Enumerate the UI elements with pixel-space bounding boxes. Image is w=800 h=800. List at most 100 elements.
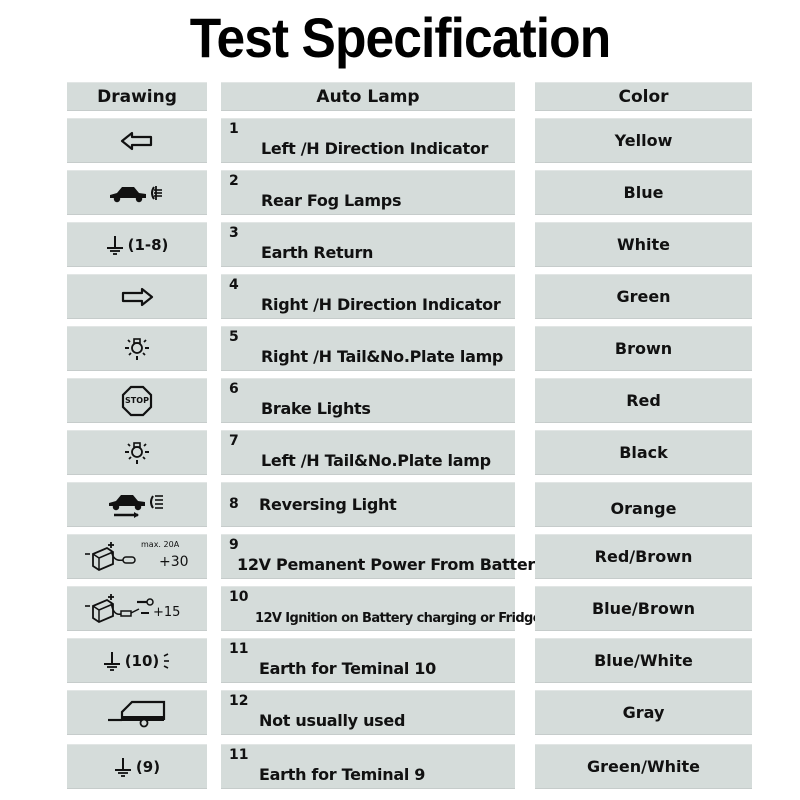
color-cell: Yellow [535,118,752,163]
drawing-cell: STOP [67,378,207,423]
color-cell: White [535,222,752,267]
table-row-lamp: 3 Earth Return [221,222,515,267]
lamp-description: Left /H Tail&No.Plate lamp [261,451,491,470]
terminal-label: +15 [153,605,181,620]
header-color: Color [535,82,752,111]
drawing-cell: (9) [67,744,207,789]
ground-icon [114,756,132,778]
drawing-cell: max. 20A +30 [67,534,207,579]
wire-color: Red/Brown [594,547,693,566]
ground-icon [103,650,121,672]
table-row-lamp: 9 12V Pemanent Power From Battery [221,534,545,579]
table-row-lamp: 7 Left /H Tail&No.Plate lamp [221,430,515,475]
row-number: 3 [229,225,239,241]
header-auto-lamp-label: Auto Lamp [316,86,420,107]
reversing-light-icon [108,491,166,519]
row-number: 8 [229,496,239,512]
lamp-description: Rear Fog Lamps [261,191,402,210]
color-cell: Green/White [535,744,752,789]
row-number: 11 [229,747,249,763]
wire-color: Brown [614,339,673,358]
table-row-lamp: 12 Not usually used [221,690,515,735]
drawing-cell [67,690,207,735]
table-row-lamp: 11 Earth for Teminal 10 [221,638,515,683]
row-number: 4 [229,277,239,293]
row-number: 5 [229,329,239,345]
color-cell: Red/Brown [535,534,752,579]
row-number: 7 [229,433,239,449]
wire-color: Gray [622,703,665,722]
row-number: 6 [229,381,239,397]
drawing-cell [67,274,207,319]
stop-sign-label: STOP [125,396,149,405]
row-number: 10 [229,589,249,605]
lamp-description: Left /H Direction Indicator [261,139,489,158]
fuse-rating-label: max. 20A [141,539,180,549]
page-title: Test Specification [189,6,611,69]
table-row-lamp: 4 Right /H Direction Indicator [221,274,515,319]
color-cell: Blue/White [535,638,752,683]
drawing-cell [67,482,207,527]
lamp-description: Right /H Tail&No.Plate lamp [261,347,504,366]
row-number: 9 [229,537,239,553]
table-row-lamp: 2 Rear Fog Lamps [221,170,515,215]
right-arrow-icon [120,287,154,307]
wire-color: Blue [623,183,664,202]
header-color-label: Color [618,86,669,107]
color-cell: Gray [535,690,752,735]
color-cell: Brown [535,326,752,371]
rear-fog-lamp-icon [109,182,165,204]
table-row-lamp: 8 Reversing Light [221,482,515,527]
color-cell: Orange [535,482,752,527]
row-number: 11 [229,641,249,657]
ground-icon [106,234,124,256]
drawing-cell [67,326,207,371]
drawing-cell: (1-8) [67,222,207,267]
lamp-description: Earth for Teminal 10 [259,659,436,678]
wire-color: Red [626,391,661,410]
left-arrow-icon [120,131,154,151]
lamp-description: Brake Lights [261,399,371,418]
wire-color: White [616,235,671,254]
lamp-description: 12V Pemanent Power From Battery [237,555,546,574]
drawing-cell: +15 [67,586,207,631]
header-drawing: Drawing [67,82,207,111]
wire-color: Green [616,287,671,306]
wire-color: Blue/Brown [591,599,695,618]
color-cell: Green [535,274,752,319]
color-cell: Red [535,378,752,423]
wire-color: Yellow [614,131,673,150]
lamp-description: Reversing Light [259,495,397,514]
stop-sign-icon: STOP [121,385,153,417]
lamp-description: Not usually used [259,711,406,730]
lamp-description: Right /H Direction Indicator [261,295,501,314]
trailer-icon [106,698,168,728]
wire-color: Blue/White [594,651,693,670]
lamp-description: 12V Ignition on Battery charging or Frid… [255,611,542,626]
header-drawing-label: Drawing [97,86,177,107]
table-row-lamp: 5 Right /H Tail&No.Plate lamp [221,326,515,371]
table-row-lamp: 10 12V Ignition on Battery charging or F… [221,586,542,631]
color-cell: Blue [535,170,752,215]
row-number: 1 [229,121,239,137]
table-row-lamp: 1 Left /H Direction Indicator [221,118,515,163]
drawing-cell: (10) [67,638,207,683]
drawing-cell [67,430,207,475]
tail-lamp-icon [123,336,151,362]
table-row-lamp: 6 Brake Lights [221,378,515,423]
header-auto-lamp: Auto Lamp [221,82,515,111]
ground-terminal-label: (9) [135,757,161,776]
row-number: 12 [229,693,249,709]
color-cell: Black [535,430,752,475]
wire-color: Black [619,443,668,462]
color-cell: Blue/Brown [535,586,752,631]
table-row-lamp: 11 Earth for Teminal 9 [221,744,515,789]
lamp-description: Earth for Teminal 9 [259,765,426,784]
ground-terminal-label: (10) [124,651,160,670]
battery-ignition-icon [83,592,163,626]
terminal-label: +30 [159,553,189,570]
drawing-cell [67,170,207,215]
light-rays-icon [163,652,171,670]
row-number: 2 [229,173,239,189]
ground-terminal-label: (1-8) [127,235,169,254]
